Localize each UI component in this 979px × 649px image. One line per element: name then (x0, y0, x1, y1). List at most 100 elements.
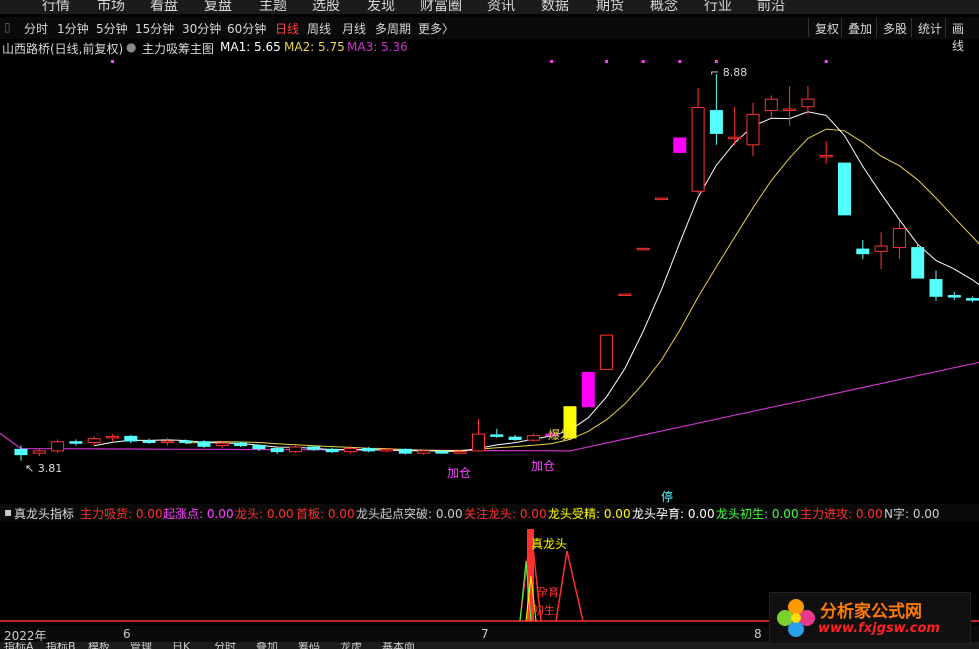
candle (160, 437, 174, 446)
period-tab[interactable]: 15分钟 (135, 20, 174, 37)
signal-line (555, 550, 584, 622)
indicator-value: 主力进攻: 0.00 (800, 507, 883, 521)
period-tab[interactable]: 周线 (307, 20, 331, 37)
candle (929, 270, 943, 301)
bottom-tab[interactable]: 基本面 (382, 642, 415, 649)
top-nav-item[interactable]: 看盘 (150, 0, 178, 14)
period-tab[interactable]: 月线 (342, 20, 366, 37)
bottom-tab[interactable]: 日K (172, 642, 190, 649)
candle (856, 239, 870, 260)
candle (691, 87, 705, 195)
candle (581, 371, 595, 408)
period-tab[interactable]: 5分钟 (96, 20, 128, 37)
logo-url: www.fxjgsw.com (818, 621, 940, 636)
annotation-add: 加仓 (531, 459, 555, 473)
candle (801, 86, 815, 115)
annotation-limit: 停 (661, 489, 673, 504)
signal-marker (605, 60, 609, 63)
top-nav-item[interactable]: 市场 (97, 0, 125, 14)
bottom-tab[interactable]: 模板 (88, 642, 110, 649)
candle (490, 428, 504, 438)
candle (947, 291, 961, 301)
period-tab[interactable]: 60分钟 (227, 20, 266, 37)
signal-marker (678, 60, 682, 63)
candle (51, 439, 65, 454)
bottom-tab[interactable]: 筹码 (298, 642, 320, 649)
top-nav-item[interactable]: 行业 (704, 0, 732, 14)
toolbar-button[interactable]: 叠加 (841, 18, 878, 37)
top-nav-item[interactable]: 选股 (312, 0, 340, 14)
indicator-value: 首板: 0.00 (296, 507, 355, 521)
candle (636, 247, 650, 251)
flower-logo-icon (777, 599, 815, 637)
candle (289, 444, 302, 454)
indicator-value: 关注龙头: 0.00 (464, 507, 547, 521)
stock-title: 山西路桥(日线,前复权) (2, 42, 124, 56)
top-nav-item[interactable]: 行情 (42, 0, 70, 14)
ma3-line (0, 342, 979, 452)
toolbar-button[interactable]: 统计 (911, 18, 948, 37)
candle (673, 137, 687, 153)
top-nav-item[interactable]: 期货 (596, 0, 624, 14)
candle (508, 434, 522, 441)
period-tab[interactable]: 30分钟 (182, 20, 221, 37)
dropdown-icon[interactable]: ● (126, 40, 136, 54)
ma3-value: MA3: 5.36 (347, 40, 408, 54)
indicator-value: 龙头: 0.00 (235, 507, 294, 521)
candle (600, 334, 614, 370)
top-nav-item[interactable]: 概念 (650, 0, 678, 14)
candlestick-chart[interactable]: ⌐ 8.88↖ 3.81爆发加仓 加仓停 (0, 56, 979, 504)
bottom-tab[interactable]: 叠加 (256, 642, 278, 649)
candle (197, 440, 211, 448)
toolbar-button[interactable]: 画线 (945, 18, 979, 53)
indicator-value: 主力吸货: 0.00 (80, 507, 163, 521)
bottom-tab[interactable]: 指标B (46, 642, 76, 649)
date-label-july: 7 (481, 627, 489, 641)
period-tab[interactable]: 更多〉 (418, 20, 454, 37)
period-toolbar: ▯ 分时 1分钟 5分钟 15分钟 30分钟 60分钟 日线 周线 月线 多周期 更多〉 复权 叠加 多股统… (0, 17, 979, 53)
indicator-value: 龙头初生: 0.00 (716, 507, 799, 521)
indicator-name[interactable]: 主力吸筹主图 (142, 40, 214, 57)
candle (526, 433, 540, 442)
candle (142, 438, 156, 445)
toolbar-button[interactable]: 多股 (876, 18, 913, 37)
candle (618, 293, 632, 297)
indicator-value: 龙头起点突破: 0.00 (356, 507, 463, 521)
ma1-value: MA1: 5.65 (220, 40, 281, 54)
low-price-label: ↖ 3.81 (25, 462, 62, 475)
toolbar-grip-icon: ▯ (4, 20, 11, 34)
candle (14, 445, 28, 461)
toolbar-button[interactable]: 复权 (808, 18, 845, 37)
signal-marker (550, 60, 554, 63)
top-nav-item[interactable]: 复盘 (204, 0, 232, 14)
period-tab[interactable]: 分时 (24, 20, 48, 37)
candle (87, 436, 101, 446)
top-nav-item[interactable]: 主题 (259, 0, 287, 14)
bottom-tab[interactable]: 指标A (4, 642, 34, 649)
candle (106, 434, 119, 441)
top-nav-item[interactable]: 数据 (541, 0, 569, 14)
period-tab[interactable]: 1分钟 (57, 20, 89, 37)
bottom-tab[interactable]: 管理 (130, 642, 152, 649)
period-tab[interactable]: 日线 (275, 20, 299, 37)
candle (892, 220, 906, 260)
top-nav-item[interactable]: 资讯 (487, 0, 515, 14)
bottom-tab[interactable]: 分时 (214, 642, 236, 649)
candle (874, 232, 888, 269)
bottom-tab[interactable]: 龙虎 (340, 642, 362, 649)
label-true-dragon: 真龙头 (531, 537, 567, 551)
ma2-value: MA2: 5.75 (284, 40, 345, 54)
top-nav-item[interactable]: 发现 (367, 0, 395, 14)
indicator-menu-icon[interactable]: ▪ (4, 505, 12, 519)
date-label-august: 8 (754, 627, 762, 641)
period-tab[interactable]: 多周期 (375, 20, 411, 37)
indicator-name[interactable]: 真龙头指标 (14, 505, 74, 522)
watermark-logo: 分析家公式网 www.fxjgsw.com (769, 592, 971, 644)
top-nav-item[interactable]: 前沿 (757, 0, 785, 14)
annotation-burst: 爆发 (548, 427, 572, 442)
candle (325, 447, 339, 454)
top-nav-item[interactable]: 财富圈 (420, 0, 462, 14)
candle (709, 74, 723, 145)
signal-marker (641, 60, 645, 63)
candle (728, 106, 742, 145)
